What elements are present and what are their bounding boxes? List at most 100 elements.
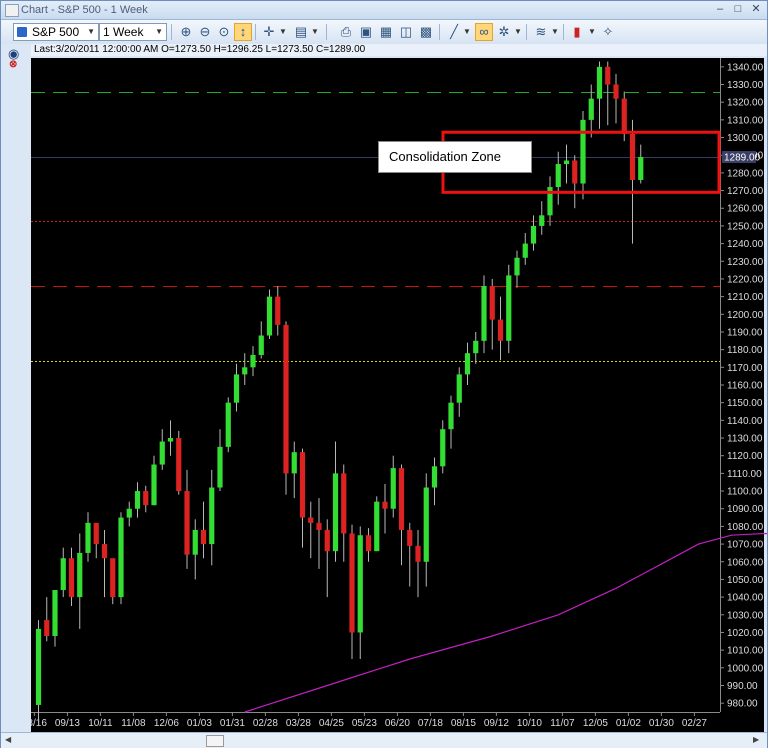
chevron-down-icon[interactable]: ▼ — [588, 23, 596, 41]
candle-body — [489, 286, 495, 320]
x-tick-label: 01/30 — [649, 718, 674, 729]
candle-body — [35, 628, 42, 705]
bar-type-icon[interactable]: ▮ — [568, 23, 586, 41]
y-tick-label: 1110.00 — [727, 469, 762, 480]
close-icon[interactable]: ✕ — [749, 3, 763, 16]
candle-body — [572, 160, 578, 184]
chevron-down-icon[interactable]: ▼ — [551, 23, 559, 41]
template-icon[interactable]: ▤ — [292, 23, 310, 41]
y-tick-label: 1330.00 — [727, 80, 764, 91]
candle-body — [101, 544, 108, 559]
y-tick-label: 1320.00 — [727, 98, 764, 109]
autoscale-icon[interactable]: ↕ — [234, 23, 252, 41]
chevron-down-icon[interactable]: ▼ — [514, 23, 522, 41]
interval-selector[interactable]: 1 Week ▼ — [99, 23, 167, 41]
symbol-selector[interactable]: S&P 500 ▼ — [13, 23, 99, 41]
candle-body — [60, 558, 66, 591]
sync-icon[interactable]: ✲ — [495, 23, 513, 41]
chevron-down-icon[interactable]: ▼ — [279, 23, 287, 41]
y-tick-label: 1130.00 — [727, 434, 763, 445]
symbol-icon — [17, 27, 27, 37]
window-title: Chart - S&P 500 - 1 Week — [21, 4, 148, 16]
y-tick-label: 1010.00 — [727, 646, 764, 657]
y-tick-label: 1170.00 — [727, 363, 763, 374]
scroll-right-icon[interactable]: ▶ — [753, 735, 759, 744]
print-icon[interactable]: ⎙ — [337, 23, 355, 41]
candle-body — [250, 354, 256, 368]
candle-body — [242, 367, 248, 375]
y-tick-label: 1270.00 — [727, 186, 764, 197]
annotation-callout[interactable]: Consolidation Zone — [378, 141, 532, 173]
candle-body — [365, 535, 372, 552]
y-tick-label: 1220.00 — [727, 274, 764, 285]
x-tick-label: 01/02 — [616, 718, 641, 729]
x-tick-label: 10/11 — [88, 718, 113, 729]
toolbar-separator — [171, 24, 172, 40]
candle-body — [629, 134, 636, 180]
zoom-reset-icon[interactable]: ⊙ — [215, 23, 233, 41]
candle-body — [621, 98, 627, 135]
toolbar-separator — [255, 24, 256, 40]
candle-body — [291, 452, 297, 474]
title-bar[interactable]: Chart - S&P 500 - 1 Week – □ ✕ — [1, 1, 767, 20]
link-icon[interactable]: ∞ — [475, 23, 493, 41]
candle-body — [398, 468, 405, 530]
candle-body — [275, 296, 281, 325]
candle-body — [44, 620, 50, 636]
y-tick-label: 1340.00 — [727, 62, 764, 73]
y-tick-label: 1000.00 — [727, 663, 764, 674]
candle-body — [341, 473, 347, 534]
minimize-icon[interactable]: – — [713, 3, 727, 16]
x-tick-label: 09/12 — [484, 718, 509, 729]
candle-body — [580, 119, 586, 184]
candle-body — [176, 438, 182, 492]
indicator-icon[interactable]: ≋ — [532, 23, 550, 41]
chevron-down-icon: ▼ — [87, 27, 95, 36]
y-tick-label: 980.00 — [727, 699, 758, 710]
scroll-left-icon[interactable]: ◀ — [5, 735, 11, 744]
x-tick-label: 11/07 — [550, 718, 575, 729]
close-pane-icon[interactable]: ⊗ — [9, 59, 17, 70]
y-tick-label: 1120.00 — [727, 451, 763, 462]
y-tick-label: 1060.00 — [727, 557, 764, 568]
candle-body — [126, 508, 132, 518]
candle-body — [464, 353, 471, 375]
y-tick-label: 1260.00 — [727, 204, 764, 215]
refresh-icon[interactable]: ▩ — [417, 23, 435, 41]
toolbar-separator — [563, 24, 564, 40]
y-tick-label: 1050.00 — [727, 575, 764, 586]
last-price-label: 1289.00 — [724, 152, 761, 163]
candle-body — [497, 319, 504, 341]
candle-body — [143, 491, 149, 506]
horizontal-scrollbar[interactable]: ◀ ▶ — [1, 732, 767, 748]
y-tick-label: 1300.00 — [727, 133, 764, 144]
toolbar-separator — [526, 24, 527, 40]
candle-body — [258, 335, 264, 355]
candle-body — [514, 257, 520, 276]
y-tick-label: 1090.00 — [727, 504, 764, 515]
x-tick-label: 02/28 — [253, 718, 278, 729]
candle-body — [440, 429, 446, 467]
draw-line-icon[interactable]: ╱ — [445, 23, 463, 41]
settings-icon[interactable]: ✧ — [599, 23, 617, 41]
candle-body — [110, 558, 116, 598]
y-tick-label: 1280.00 — [727, 168, 764, 179]
candle-body — [332, 473, 339, 552]
chevron-down-icon[interactable]: ▼ — [311, 23, 319, 41]
chevron-down-icon[interactable]: ▼ — [463, 23, 471, 41]
chart-export-icon[interactable]: ◫ — [397, 23, 415, 41]
maximize-icon[interactable]: □ — [731, 3, 745, 16]
x-tick-label: 05/23 — [352, 718, 377, 729]
x-tick-label: 03/28 — [286, 718, 311, 729]
zoom-in-icon[interactable]: ⊕ — [177, 23, 195, 41]
x-tick-label: 06/20 — [385, 718, 410, 729]
chart-window: Chart - S&P 500 - 1 Week – □ ✕ S&P 500 ▼… — [0, 0, 768, 748]
zoom-out-icon[interactable]: ⊖ — [196, 23, 214, 41]
save-icon[interactable]: ▣ — [357, 23, 375, 41]
candle-body — [68, 558, 75, 598]
scroll-thumb[interactable] — [206, 735, 224, 747]
open-icon[interactable]: ▦ — [377, 23, 395, 41]
candle-body — [374, 501, 380, 552]
candle-body — [299, 452, 306, 518]
crosshair-icon[interactable]: ✛ — [260, 23, 278, 41]
